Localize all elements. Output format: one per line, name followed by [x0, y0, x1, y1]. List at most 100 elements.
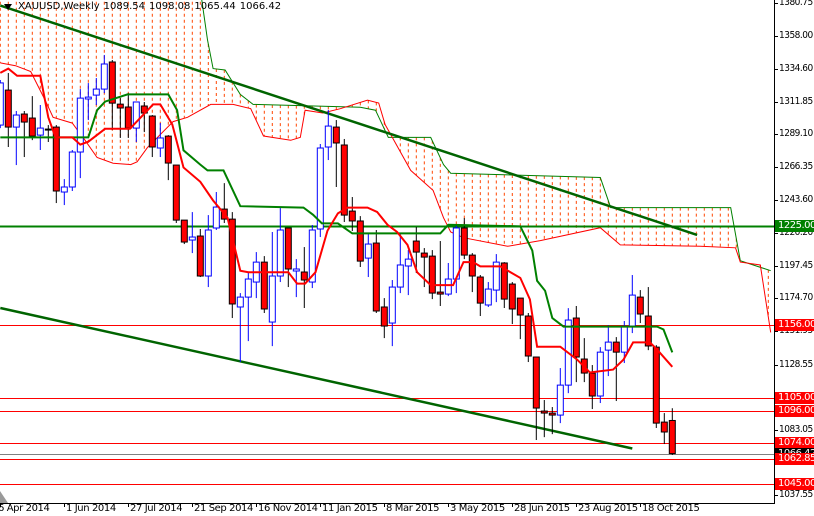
candle — [652, 345, 660, 428]
candle — [364, 234, 372, 278]
bear-candle-body — [548, 412, 556, 416]
bear-candle-body — [524, 315, 532, 357]
candle — [28, 96, 36, 141]
price-chart[interactable] — [0, 0, 814, 516]
price-axis-label: 1380.75 — [779, 0, 813, 8]
candle — [148, 115, 156, 158]
bear-candle-body — [532, 356, 540, 409]
price-level-label: 1096.00 — [775, 405, 814, 418]
bull-candle-body — [276, 229, 284, 277]
bear-candle-body — [300, 271, 308, 281]
candle — [196, 229, 204, 278]
bear-candle-body — [380, 306, 388, 327]
bear-candle-body — [588, 372, 596, 397]
bull-candle-body — [388, 286, 396, 324]
bear-candle-body — [436, 291, 444, 295]
ichimoku-lines — [0, 67, 674, 374]
dropdown-triangle-icon[interactable] — [4, 3, 12, 10]
bull-candle-body — [204, 229, 212, 277]
candle — [252, 252, 260, 299]
bear-candle-body — [516, 297, 524, 316]
date-axis-label: 6 Apr 2014 — [0, 503, 50, 514]
bear-candle-body — [668, 419, 676, 455]
candle — [596, 347, 604, 404]
price-axis-label: 1243.60 — [779, 193, 813, 205]
price-axis-label: 1083.05 — [779, 423, 813, 435]
candle — [244, 273, 252, 342]
price-level-label: 1156.00 — [775, 319, 814, 332]
candle — [660, 413, 668, 445]
bear-candle-body — [4, 89, 12, 128]
candle — [484, 282, 492, 307]
bull-candle-body — [60, 186, 68, 193]
candle — [260, 256, 268, 314]
bull-candle-body — [620, 325, 628, 353]
bear-candle-body — [148, 115, 156, 148]
plot-area — [0, 0, 774, 485]
candle — [628, 275, 636, 334]
candle — [44, 125, 52, 142]
price-axis-label: 1266.35 — [779, 161, 813, 172]
candle — [492, 254, 500, 303]
candle — [476, 275, 484, 317]
bear-candle-body — [468, 254, 476, 277]
senkou-span-b-line — [0, 62, 772, 333]
bear-candle-body — [164, 135, 172, 164]
candle — [68, 150, 76, 192]
candle — [524, 313, 532, 363]
bull-candle-body — [188, 236, 196, 241]
date-axis-label: 11 Jan 2015 — [322, 503, 378, 514]
bear-candle-body — [172, 164, 180, 221]
date-axis-label: 28 Jun 2015 — [514, 503, 570, 514]
bear-candle-body — [340, 144, 348, 216]
bull-candle-body — [100, 63, 108, 90]
candle — [540, 400, 548, 438]
bull-candle-body — [628, 294, 636, 327]
bear-candle-body — [508, 283, 516, 310]
date-axis-label: 16 Nov 2014 — [258, 503, 318, 514]
bull-candle-body — [244, 278, 252, 298]
candle — [396, 233, 404, 294]
bull-candle-body — [444, 278, 452, 295]
ichimoku-cloud — [0, 0, 772, 333]
date-axis-label: 27 Jul 2014 — [130, 503, 183, 514]
candle — [124, 93, 132, 138]
candle — [164, 135, 172, 181]
price-axis-label: 1197.45 — [779, 259, 813, 271]
price-axis-label: 1334.60 — [779, 63, 813, 75]
bull-candle-body — [292, 268, 300, 272]
bear-candle-body — [348, 210, 356, 222]
candle — [0, 80, 4, 129]
bull-candle-body — [404, 258, 412, 267]
bull-candle-body — [212, 206, 220, 229]
candle — [84, 83, 92, 121]
chart-title: XAUUSD,Weekly 1089.54 1098.08 1065.44 10… — [4, 1, 281, 12]
date-axis-label: 23 Aug 2015 — [578, 503, 638, 514]
chart-shift-marker-icon[interactable] — [0, 491, 8, 503]
candle — [300, 247, 308, 308]
price-level-label: 1045.00 — [775, 478, 814, 491]
senkou-span-a-line — [201, 0, 771, 272]
bear-candle-body — [332, 126, 340, 144]
candle — [36, 104, 44, 151]
bull-candle-body — [364, 243, 372, 259]
candle — [444, 262, 452, 297]
bear-candle-body — [108, 61, 116, 104]
bull-candle-body — [556, 384, 564, 416]
close-value: 1066.42 — [239, 1, 282, 12]
candle — [556, 368, 564, 424]
bear-candle-body — [652, 346, 660, 424]
low-value: 1065.44 — [194, 1, 236, 12]
bear-candle-body — [20, 113, 28, 123]
bear-candle-body — [284, 227, 292, 270]
bear-candle-body — [572, 317, 580, 358]
symbol-label: XAUUSD,Weekly — [18, 1, 100, 12]
bull-candle-body — [316, 147, 324, 230]
date-axis-label: 8 Mar 2015 — [386, 503, 440, 514]
candle — [236, 293, 244, 363]
price-axis-label: 1311.85 — [779, 95, 813, 107]
bull-candle-body — [68, 151, 76, 188]
bear-candle-body — [420, 252, 428, 258]
candle — [276, 208, 284, 283]
candle — [380, 298, 388, 339]
